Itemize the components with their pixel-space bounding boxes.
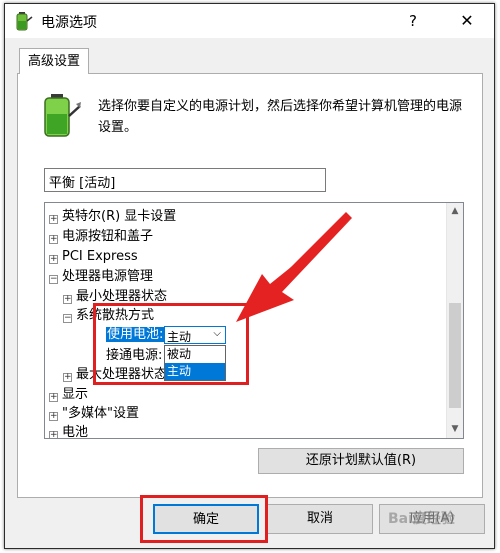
on-battery-value: 主动 bbox=[167, 330, 192, 344]
on-battery-select[interactable]: 主动 ⌵ bbox=[164, 326, 226, 344]
plugged-in-label: 接通电源: bbox=[106, 348, 163, 363]
dropdown-option-passive[interactable]: 被动 bbox=[165, 346, 225, 363]
ok-button[interactable]: 确定 bbox=[153, 504, 259, 534]
scroll-thumb[interactable] bbox=[449, 303, 461, 408]
plan-select[interactable]: 平衡 [活动] ⌵ bbox=[44, 168, 326, 192]
cancel-button[interactable]: 取消 bbox=[267, 504, 373, 534]
expand-icon[interactable]: + bbox=[63, 295, 72, 304]
chevron-down-icon: ⌵ bbox=[49, 172, 58, 185]
restore-defaults-button[interactable]: 还原计划默认值(R) bbox=[258, 448, 464, 474]
expand-icon[interactable]: + bbox=[49, 393, 58, 402]
tree-item-min-processor[interactable]: + 最小处理器状态 bbox=[63, 287, 167, 307]
scroll-up-icon[interactable]: ▲ bbox=[447, 203, 463, 220]
tree-item-on-battery[interactable]: 使用电池: bbox=[106, 325, 165, 345]
tree-scrollbar[interactable]: ▲ ▼ bbox=[446, 203, 463, 438]
battery-power-icon bbox=[16, 12, 33, 31]
tree-item-processor-power[interactable]: − 处理器电源管理 bbox=[49, 267, 153, 287]
watermark-text: Bai度经验 bbox=[388, 511, 455, 527]
scroll-down-icon[interactable]: ▼ bbox=[447, 421, 463, 438]
tree-item-pci-express[interactable]: + PCI Express bbox=[49, 247, 138, 267]
collapse-icon[interactable]: − bbox=[49, 275, 58, 284]
tree-item-multimedia[interactable]: + "多媒体"设置 bbox=[49, 404, 139, 424]
tree-item-display[interactable]: + 显示 bbox=[49, 385, 88, 405]
tab-advanced-settings[interactable]: 高级设置 bbox=[19, 48, 89, 74]
chevron-down-icon: ⌵ bbox=[213, 328, 221, 339]
tree-item-power-buttons[interactable]: + 电源按钮和盖子 bbox=[49, 227, 153, 247]
tree-item-plugged-in[interactable]: 接通电源: bbox=[106, 346, 162, 366]
description-text: 选择你要自定义的电源计划，然后选择你希望计算机管理的电源设置。 bbox=[98, 99, 463, 135]
tree-item-intel-graphics[interactable]: + 英特尔(R) 显卡设置 bbox=[49, 207, 176, 227]
title-bar: 电源选项 ? ✕ bbox=[5, 4, 494, 38]
expand-icon[interactable]: + bbox=[49, 215, 58, 224]
expand-icon[interactable]: + bbox=[49, 235, 58, 244]
window-title: 电源选项 bbox=[41, 15, 97, 31]
close-button[interactable]: ✕ bbox=[454, 9, 480, 33]
settings-tree[interactable]: + 英特尔(R) 显卡设置 + 电源按钮和盖子 + PCI Express − 处理器电… bbox=[44, 202, 464, 439]
power-options-window: 电源选项 ? ✕ 高级设置 选择你要自定义的电源计划，然后选择你希望计算机管理的… bbox=[4, 3, 495, 549]
tree-item-cooling-policy[interactable]: − 系统散热方式 bbox=[63, 306, 154, 326]
tree-item-max-processor[interactable]: + 最大处理器状态 bbox=[63, 365, 167, 385]
expand-icon[interactable]: + bbox=[49, 412, 58, 421]
expand-icon[interactable]: + bbox=[63, 373, 72, 382]
collapse-icon[interactable]: − bbox=[63, 314, 72, 323]
help-button[interactable]: ? bbox=[400, 9, 426, 33]
expand-icon[interactable]: + bbox=[49, 431, 58, 438]
cooling-dropdown-list: 被动 主动 bbox=[164, 345, 226, 381]
advanced-settings-panel: 选择你要自定义的电源计划，然后选择你希望计算机管理的电源设置。 平衡 [活动] … bbox=[17, 73, 483, 498]
tree-item-battery[interactable]: + 电池 bbox=[49, 423, 88, 438]
battery-power-icon bbox=[44, 94, 81, 137]
dropdown-option-active[interactable]: 主动 bbox=[165, 363, 225, 380]
expand-icon[interactable]: + bbox=[49, 255, 58, 264]
on-battery-label: 使用电池: bbox=[106, 327, 165, 342]
